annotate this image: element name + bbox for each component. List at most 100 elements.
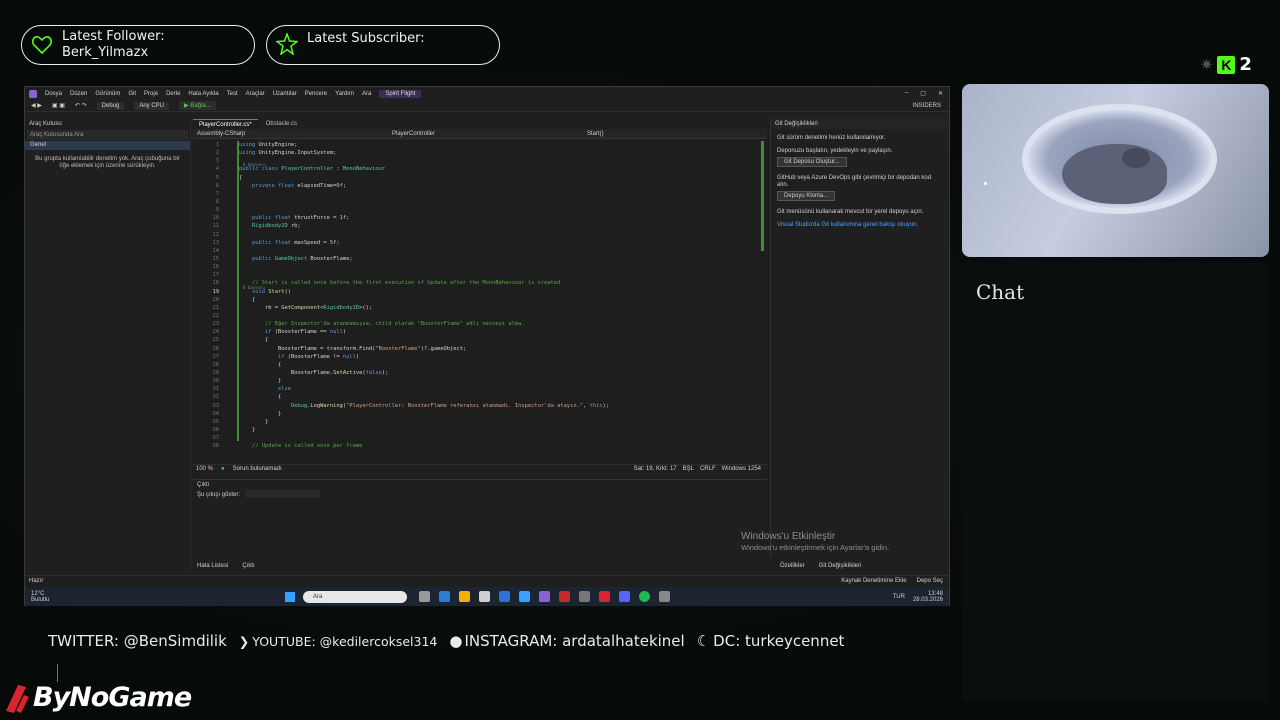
menu-item[interactable]: Yardım [335,91,354,97]
code-line[interactable]: 27 if (BoosterFlame != null) [193,353,753,361]
git-overview-link[interactable]: Visual Studio'da Git kullanımına genel b… [771,222,949,229]
output-source-select[interactable] [246,490,321,498]
tab-properties[interactable]: Özellikler [780,561,805,571]
issues-status[interactable]: Sorun bulunamadı [233,466,282,472]
tab-playercontroller[interactable]: PlayerController.cs* [193,119,258,129]
code-line[interactable]: 21 rb = GetComponent < Rigidbody2D >(); [193,304,753,312]
code-line[interactable]: 2 using UnityEngine.InputSystem; [193,149,753,157]
notepad-icon[interactable] [479,591,490,602]
menu-item[interactable]: Düzen [70,91,87,97]
insiders-badge[interactable]: INSIDERS [913,103,949,109]
minimize-icon[interactable]: – [905,90,908,97]
spotify-icon[interactable] [639,591,650,602]
clock[interactable]: 13:48 28.03.2026 [913,591,943,603]
opera-icon[interactable] [599,591,610,602]
code-line[interactable]: 28 { [193,361,753,369]
code-line[interactable]: 20 { [193,296,753,304]
code-line[interactable]: 12 [193,231,753,239]
undo-icon[interactable]: ↶ ↷ [75,102,87,109]
code-line[interactable]: 31 else [193,385,753,393]
language-indicator[interactable]: TUR [893,594,905,600]
code-line[interactable]: 6 private float elapsedTime= 0f; [193,182,753,190]
file-explorer-icon[interactable] [459,591,470,602]
select-repo[interactable]: Depo Seç [917,578,943,584]
discord-icon[interactable] [619,591,630,602]
toolbox-group[interactable]: Genel [25,141,190,150]
code-line[interactable]: 16 [193,263,753,271]
member-dropdown[interactable]: Start() [587,129,762,138]
taskbar-search-input[interactable]: Ara [303,590,407,603]
menu-item[interactable]: Derle [166,91,180,97]
tab-output[interactable]: Çıktı [242,561,254,571]
code-editor[interactable]: PlayerController.cs* Obstacle.cs Assembl… [193,119,767,471]
settings-icon[interactable] [659,591,670,602]
code-line[interactable]: 24 if (BoosterFlame == null) [193,328,753,336]
save-icon[interactable]: ▣ ▣ [52,102,65,109]
code-line[interactable]: 9 [193,206,753,214]
menu-item[interactable]: Araçlar [246,91,265,97]
code-line[interactable]: 15 public GameObject BoosterFlame; [193,255,753,263]
code-line[interactable]: 29 BoosterFlame. SetActive(false); [193,369,753,377]
menu-item[interactable]: Uzantılar [273,91,297,97]
tab-git-changes[interactable]: Git Değişiklikleri [819,561,862,571]
code-line[interactable]: 25 { [193,336,753,344]
menu-search[interactable]: Ara [362,91,371,97]
maximize-icon[interactable]: ▢ [920,90,926,97]
menu-item[interactable]: Görünüm [95,91,120,97]
red-app-icon[interactable] [559,591,570,602]
menu-item[interactable]: Git [128,91,136,97]
menu-item[interactable]: Pencere [305,91,327,97]
menu-item[interactable]: Dosya [45,91,62,97]
unity-icon[interactable] [579,591,590,602]
code-line[interactable]: 3 [193,157,753,165]
create-repo-button[interactable]: Git Deposu Oluştur... [777,157,847,167]
close-icon[interactable]: ✕ [938,90,943,97]
project-dropdown[interactable]: Assembly-CSharp [197,129,372,138]
task-view-icon[interactable] [419,591,430,602]
code-line[interactable]: 23 // Eğer Inspector'da atanmamışsa, chi… [193,320,753,328]
tab-obstacle[interactable]: Obstacle.cs [260,119,303,129]
weather-widget[interactable]: 12°C Bulutlu [25,591,85,603]
store-icon[interactable] [519,591,530,602]
tab-error-list[interactable]: Hata Listesi [197,561,228,571]
menu-item[interactable]: Hata Ayıkla [188,91,218,97]
menu-item[interactable]: Proje [144,91,158,97]
visual-studio-icon[interactable] [539,591,550,602]
menu-item[interactable]: Test [227,91,238,97]
zoom-level[interactable]: 100 % [196,466,213,472]
code-line[interactable]: 30 } [193,377,753,385]
code-line[interactable]: 26 BoosterFlame = transform. Find("Booste… [193,345,753,353]
whitespace-mode[interactable]: BŞL [683,466,694,472]
code-line[interactable]: 5{ [193,174,753,182]
encoding[interactable]: Windows 1254 [722,466,761,472]
line-ending[interactable]: CRLF [700,466,716,472]
platform-dropdown[interactable]: Any CPU [134,101,170,110]
class-dropdown[interactable]: PlayerController [392,129,567,138]
code-line[interactable]: 38 // Update is called once per frame [193,442,753,450]
toolbox-search-input[interactable]: Araç Kutusunda Ara [27,130,188,140]
code-line[interactable]: 19 void Start() [193,288,753,296]
code-line[interactable]: 17 [193,271,753,279]
code-line[interactable]: 1 using UnityEngine; [193,141,753,149]
code-line[interactable]: 4 public class PlayerController : MonoBeh… [193,165,753,173]
cursor-position[interactable]: Sat: 19, Krkt: 17 [634,466,677,472]
scrollbar-marks[interactable] [761,141,764,251]
clone-repo-button[interactable]: Depoyu Klonla... [777,191,836,201]
windows-start-icon[interactable] [285,591,295,602]
code-line[interactable]: 7 [193,190,753,198]
code-line[interactable]: 18 // Start is called once before the fi… [193,279,753,287]
code-line[interactable]: 37 [193,434,753,442]
code-line[interactable]: 33 Debug. LogWarning("PlayerController: B… [193,402,753,410]
code-area[interactable]: 1 using UnityEngine; 2 using UnityEngine.In… [193,141,753,461]
code-line[interactable]: 10 public float thrustForce = 1f; [193,214,753,222]
code-line[interactable]: 34 } [193,410,753,418]
code-line[interactable]: 13 public float maxSpeed = 5f; [193,239,753,247]
code-line[interactable]: 32 { [193,393,753,401]
edge-icon[interactable] [439,591,450,602]
back-icon[interactable]: ◀ ▶ [31,102,42,109]
code-line[interactable]: 22 [193,312,753,320]
outlook-icon[interactable] [499,591,510,602]
code-line[interactable]: 14 [193,247,753,255]
run-button[interactable]: ▶ Bağla... [179,101,216,110]
config-dropdown[interactable]: Debug [96,101,125,110]
